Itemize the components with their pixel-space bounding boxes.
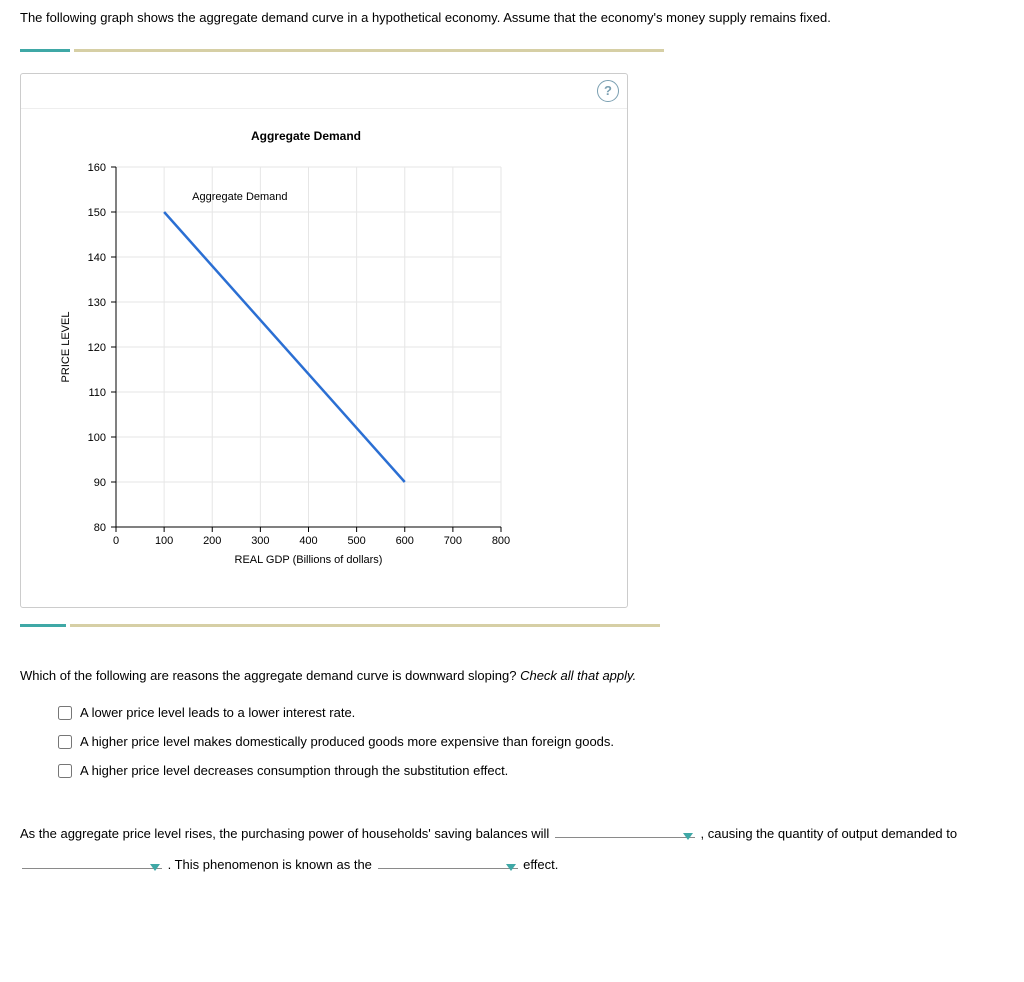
aggregate-demand-chart: 0 100 200 300 400 500 600 700 800 80 90 100 110 120 13…: [51, 157, 521, 577]
svg-text:400: 400: [299, 535, 317, 547]
chevron-down-icon[interactable]: [506, 864, 516, 871]
svg-text:100: 100: [88, 432, 106, 444]
question-prompt: Which of the following are reasons the a…: [20, 668, 1004, 683]
fill-part3: . This phenomenon is known as the: [168, 857, 376, 872]
svg-text:PRICE LEVEL: PRICE LEVEL: [60, 312, 72, 383]
option-label: A higher price level decreases consumpti…: [80, 763, 508, 778]
svg-text:Aggregate Demand: Aggregate Demand: [192, 191, 287, 203]
option-row: A higher price level makes domestically …: [58, 734, 1004, 749]
fill-in-block: As the aggregate price level rises, the …: [20, 818, 1004, 880]
svg-text:90: 90: [94, 477, 106, 489]
fill-part2: , causing the quantity of output demande…: [701, 826, 958, 841]
svg-text:140: 140: [88, 252, 106, 264]
intro-text: The following graph shows the aggregate …: [20, 10, 1004, 25]
option-row: A lower price level leads to a lower int…: [58, 705, 1004, 720]
svg-text:160: 160: [88, 162, 106, 174]
svg-text:REAL GDP (Billions of dollars): REAL GDP (Billions of dollars): [235, 554, 383, 566]
question-prompt-main: Which of the following are reasons the a…: [20, 668, 520, 683]
chart-card: ? Aggregate Demand 0 100 200 300 400 500 600 70…: [20, 73, 628, 608]
question-prompt-hint: Check all that apply.: [520, 668, 636, 683]
dropdown-blank-3[interactable]: [378, 868, 518, 869]
option-checkbox-0[interactable]: [58, 706, 72, 720]
question-block: Which of the following are reasons the a…: [20, 668, 1004, 778]
svg-text:110: 110: [88, 387, 106, 399]
option-label: A higher price level makes domestically …: [80, 734, 614, 749]
svg-text:130: 130: [88, 297, 106, 309]
divider-bottom: [20, 624, 660, 630]
option-checkbox-1[interactable]: [58, 735, 72, 749]
svg-text:800: 800: [492, 535, 510, 547]
option-checkbox-2[interactable]: [58, 764, 72, 778]
svg-text:200: 200: [203, 535, 221, 547]
help-icon[interactable]: ?: [597, 80, 619, 102]
divider-top: [20, 49, 1004, 55]
chart-header: ?: [21, 74, 627, 109]
svg-text:120: 120: [88, 342, 106, 354]
options-list: A lower price level leads to a lower int…: [58, 705, 1004, 778]
option-row: A higher price level decreases consumpti…: [58, 763, 1004, 778]
fill-part1: As the aggregate price level rises, the …: [20, 826, 553, 841]
chart-title: Aggregate Demand: [111, 129, 501, 143]
dropdown-blank-2[interactable]: [22, 868, 162, 869]
svg-text:150: 150: [88, 207, 106, 219]
chevron-down-icon[interactable]: [683, 833, 693, 840]
svg-text:0: 0: [113, 535, 119, 547]
svg-text:500: 500: [347, 535, 365, 547]
svg-text:600: 600: [396, 535, 414, 547]
svg-text:300: 300: [251, 535, 269, 547]
chevron-down-icon[interactable]: [150, 864, 160, 871]
option-label: A lower price level leads to a lower int…: [80, 705, 355, 720]
dropdown-blank-1[interactable]: [555, 837, 695, 838]
fill-part4: effect.: [523, 857, 558, 872]
svg-text:700: 700: [444, 535, 462, 547]
svg-text:100: 100: [155, 535, 173, 547]
svg-text:80: 80: [94, 522, 106, 534]
